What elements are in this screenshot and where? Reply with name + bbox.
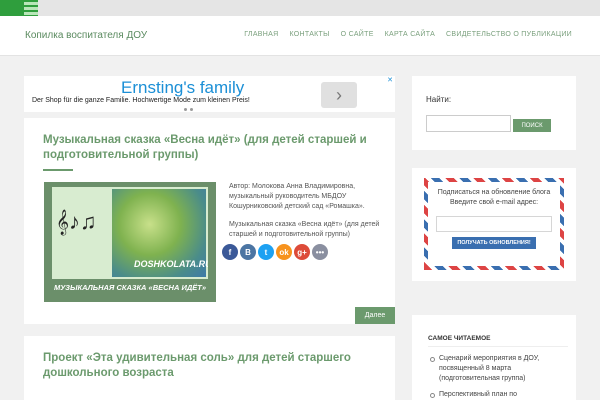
close-icon[interactable]: ✕ — [387, 76, 393, 84]
post-excerpt: Автор: Молокова Анна Владимировна, музык… — [229, 182, 389, 248]
search-button[interactable]: ПОИСК — [513, 119, 551, 132]
nav-home[interactable]: ГЛАВНАЯ — [244, 31, 278, 38]
popular-widget: Самое читаемое Сценарий мероприятия в ДО… — [412, 315, 576, 400]
subscribe-widget: Подписаться на обновление блога Введите … — [412, 168, 576, 281]
more-icon[interactable]: ••• — [312, 244, 328, 260]
envelope-frame: Подписаться на обновление блога Введите … — [424, 178, 564, 270]
nav-certificate[interactable]: СВИДЕТЕЛЬСТВО О ПУБЛИКАЦИИ — [446, 31, 572, 38]
post-summary: Музыкальная сказка «Весна идёт» (для дет… — [229, 221, 380, 238]
status-indicator — [0, 0, 38, 16]
popular-title: Самое читаемое — [428, 335, 491, 342]
google-plus-icon[interactable]: g+ — [294, 244, 310, 260]
share-buttons: f Bt ok g+ ••• — [222, 244, 328, 260]
subscribe-button[interactable]: ПОЛУЧАТЬ ОБНОВЛЕНИЯ! — [452, 237, 536, 249]
title-underline — [43, 169, 73, 171]
ad-pager — [184, 108, 193, 111]
post-title[interactable]: Музыкальная сказка «Весна идёт» (для дет… — [43, 133, 373, 163]
search-widget: Найти: ПОИСК — [412, 76, 576, 150]
ad-banner[interactable]: Ernsting's family Der Shop für die ganze… — [24, 76, 395, 112]
ad-brand[interactable]: Ernsting's family — [121, 78, 244, 98]
facebook-icon[interactable]: f — [222, 244, 238, 260]
post-card: Проект «Эта удивительная соль» для детей… — [24, 336, 395, 400]
email-field[interactable] — [436, 216, 552, 232]
popular-list: Сценарий мероприятия в ДОУ, посвященный … — [428, 354, 573, 400]
site-title[interactable]: Копилка воспитателя ДОУ — [25, 30, 147, 41]
search-input[interactable] — [426, 115, 511, 132]
read-more-button[interactable]: Далее — [355, 307, 395, 324]
subscribe-text: Подписаться на обновление блога Введите … — [437, 189, 551, 206]
nav-about[interactable]: О САЙТЕ — [341, 31, 374, 38]
post-thumbnail[interactable]: 𝄞♪♫ DOSHKOLATA.RU МУЗЫКАЛЬНАЯ СКАЗКА «ВЕ… — [44, 182, 216, 302]
post-title[interactable]: Проект «Эта удивительная соль» для детей… — [43, 351, 363, 381]
search-label: Найти: — [426, 95, 452, 104]
ad-next-button[interactable]: › — [321, 82, 357, 108]
list-item[interactable]: Перспективный план по — [428, 390, 573, 400]
thumbnail-brand: DOSHKOLATA.RU — [134, 259, 208, 269]
thumbnail-caption: МУЗЫКАЛЬНАЯ СКАЗКА «ВЕСНА ИДЁТ» — [53, 283, 207, 292]
list-item[interactable]: Сценарий мероприятия в ДОУ, посвященный … — [428, 354, 573, 384]
browser-top-strip — [0, 0, 600, 16]
post-author: Автор: Молокова Анна Владимировна, музык… — [229, 183, 365, 210]
divider — [428, 346, 568, 347]
nav-contacts[interactable]: КОНТАКТЫ — [289, 31, 329, 38]
vk-icon[interactable]: B — [240, 244, 256, 260]
site-header: Копилка воспитателя ДОУ ГЛАВНАЯ КОНТАКТЫ… — [0, 16, 600, 56]
twitter-icon[interactable]: t — [258, 244, 274, 260]
music-notes-icon: 𝄞♪♫ — [56, 209, 97, 234]
odnoklassniki-icon[interactable]: ok — [276, 244, 292, 260]
main-nav: ГЛАВНАЯ КОНТАКТЫ О САЙТЕ КАРТА САЙТА СВИ… — [244, 31, 572, 38]
chevron-right-icon: › — [336, 84, 342, 105]
post-card: Музыкальная сказка «Весна идёт» (для дет… — [24, 118, 395, 324]
nav-sitemap[interactable]: КАРТА САЙТА — [385, 31, 435, 38]
ad-tagline: Der Shop für die ganze Familie. Hochwert… — [32, 97, 250, 104]
